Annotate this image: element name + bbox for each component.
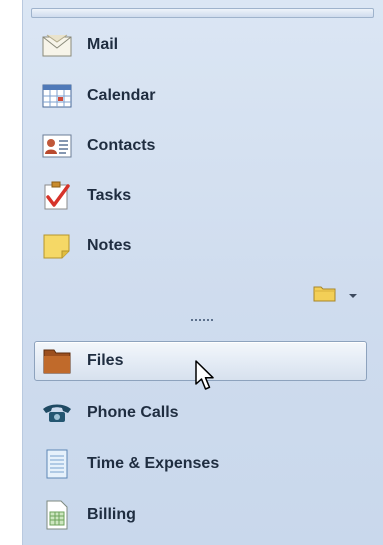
configure-buttons-menu[interactable] (313, 282, 373, 308)
nav-item-label: Billing (87, 506, 136, 523)
nav-item-mail[interactable]: Mail (35, 26, 369, 64)
nav-item-time-expenses[interactable]: Time & Expenses (35, 445, 369, 483)
chevron-down-icon (349, 286, 357, 304)
calendar-icon (41, 80, 73, 112)
tasks-icon (41, 180, 73, 212)
nav-item-phone-calls[interactable]: Phone Calls (35, 394, 369, 432)
nav-item-contacts[interactable]: Contacts (35, 127, 369, 165)
nav-item-label: Calendar (87, 87, 156, 104)
nav-item-label: Time & Expenses (87, 455, 220, 472)
nav-item-label: Mail (87, 36, 119, 53)
nav-item-calendar[interactable]: Calendar (35, 77, 369, 115)
nav-item-tasks[interactable]: Tasks (35, 177, 369, 215)
mouse-pointer-icon (195, 360, 214, 390)
pane-top-splitter[interactable] (31, 8, 374, 18)
navigation-pane: Mail Calendar Contacts Tasks Notes Files… (22, 0, 383, 545)
mail-icon (41, 29, 73, 61)
pane-resize-grip[interactable] (182, 316, 222, 324)
files-folder-icon (41, 345, 73, 377)
nav-item-label: Files (87, 352, 124, 369)
nav-item-notes[interactable]: Notes (35, 227, 369, 265)
contacts-icon (41, 130, 73, 162)
nav-item-label: Notes (87, 237, 132, 254)
nav-item-label: Tasks (87, 187, 132, 204)
phone-icon (41, 397, 73, 429)
nav-item-billing[interactable]: Billing (35, 496, 369, 534)
time-expenses-icon (41, 448, 73, 480)
nav-item-label: Phone Calls (87, 404, 179, 421)
billing-icon (41, 499, 73, 531)
nav-item-label: Contacts (87, 137, 156, 154)
notes-icon (41, 230, 73, 262)
folder-icon (313, 284, 337, 307)
